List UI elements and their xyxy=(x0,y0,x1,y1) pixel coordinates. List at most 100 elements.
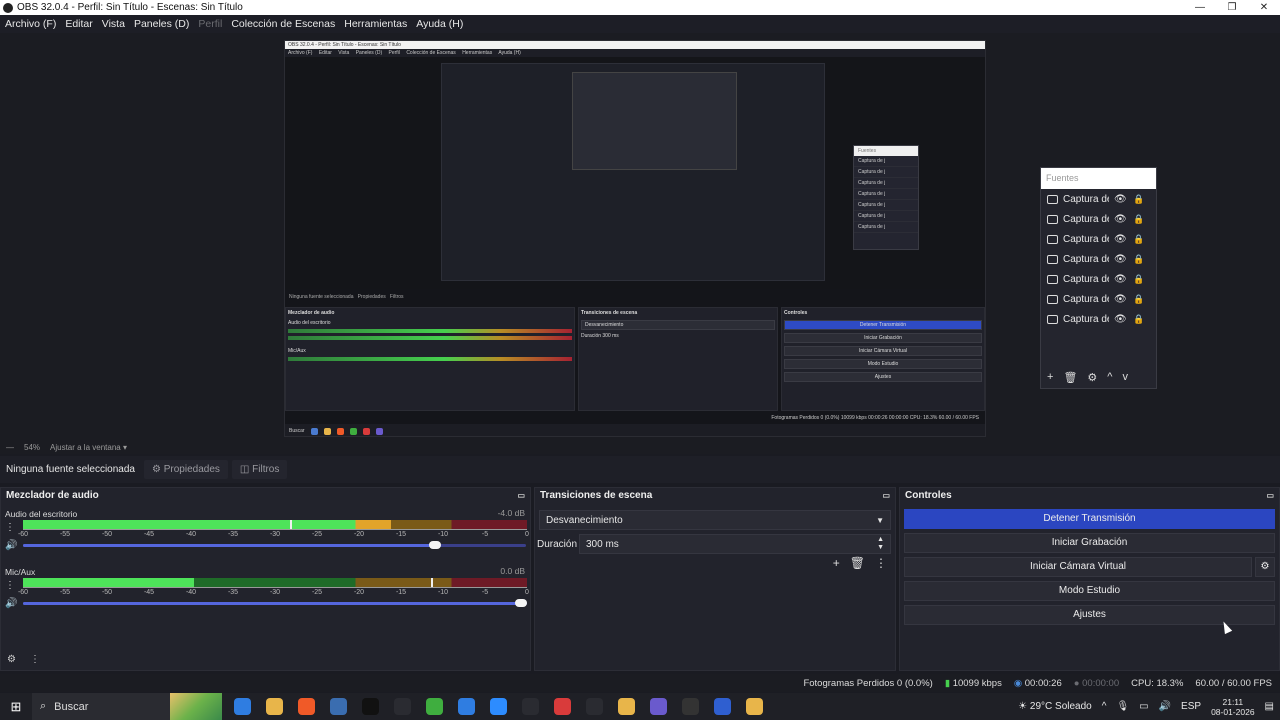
taskbar-app-icon[interactable] xyxy=(458,698,475,715)
scale-tick: -50 xyxy=(101,531,113,538)
volume-slider[interactable] xyxy=(22,598,527,607)
lock-icon[interactable]: 🔒 xyxy=(1133,314,1144,325)
volume-handle[interactable] xyxy=(429,540,442,549)
undock-icon[interactable]: ▭ xyxy=(517,488,525,504)
language-indicator[interactable]: ESP xyxy=(1181,701,1201,712)
maximize-button[interactable]: ❐ xyxy=(1216,0,1248,15)
menu-coleccion-escenas[interactable]: Colección de Escenas xyxy=(231,18,335,30)
taskbar-app-icon[interactable] xyxy=(746,698,763,715)
taskbar-app-icon[interactable] xyxy=(586,698,603,715)
clock[interactable]: 21:11 08-01-2026 xyxy=(1211,697,1254,717)
source-item[interactable]: Captura de j 👁 🔒 xyxy=(1041,269,1156,289)
taskbar-app-icon[interactable] xyxy=(522,698,539,715)
notifications-icon[interactable]: ▤ xyxy=(1265,701,1274,712)
visibility-eye-icon[interactable]: 👁 xyxy=(1114,294,1127,305)
menu-archivo[interactable]: Archivo (F) xyxy=(5,18,56,30)
visibility-eye-icon[interactable]: 👁 xyxy=(1114,214,1127,225)
volume-handle[interactable] xyxy=(514,598,527,607)
taskbar-app-icon[interactable] xyxy=(394,698,411,715)
visibility-eye-icon[interactable]: 👁 xyxy=(1114,254,1127,265)
volume-icon[interactable]: 🔊 xyxy=(1159,701,1171,712)
menu-perfil[interactable]: Perfil xyxy=(198,18,222,30)
lock-icon[interactable]: 🔒 xyxy=(1133,234,1144,245)
lock-icon[interactable]: 🔒 xyxy=(1133,254,1144,265)
source-item[interactable]: Captura de j 👁 🔒 xyxy=(1041,289,1156,309)
taskbar-app-icon[interactable] xyxy=(490,698,507,715)
menu-vista[interactable]: Vista xyxy=(102,18,125,30)
lock-icon[interactable]: 🔒 xyxy=(1133,274,1144,285)
taskbar-app-icon[interactable] xyxy=(426,698,443,715)
move-down-icon[interactable]: v xyxy=(1122,371,1128,383)
add-source-icon[interactable]: + xyxy=(1047,371,1053,383)
stop-streaming-button[interactable]: Detener Transmisión xyxy=(904,509,1275,529)
lock-icon[interactable]: 🔒 xyxy=(1133,294,1144,305)
taskbar-app-icon[interactable] xyxy=(682,698,699,715)
advanced-audio-icon[interactable]: ⚙ xyxy=(7,654,16,665)
scale-tick: -60 xyxy=(17,531,29,538)
channel-menu-icon[interactable]: ⋮ xyxy=(5,580,15,591)
taskbar-app-icon[interactable] xyxy=(618,698,635,715)
taskbar-app-icon[interactable] xyxy=(362,698,379,715)
volume-row: 🔊 xyxy=(5,597,527,609)
mixer-menu-icon[interactable]: ⋮ xyxy=(30,654,40,665)
undock-icon[interactable]: ▭ xyxy=(1266,488,1274,504)
weather[interactable]: ☀ 29°C Soleado xyxy=(1018,701,1092,712)
move-up-icon[interactable]: ^ xyxy=(1107,371,1112,383)
docks-area: Mezclador de audio ▭ Audio del escritori… xyxy=(0,487,1280,671)
start-virtual-camera-button[interactable]: Iniciar Cámara Virtual xyxy=(904,557,1252,577)
source-item[interactable]: Captura de j 👁 🔒 xyxy=(1041,309,1156,329)
nested-menu-item: Paneles (D) xyxy=(355,50,383,56)
remove-source-icon[interactable]: 🗑 xyxy=(1063,371,1077,384)
windows-start-icon[interactable]: ⊞ xyxy=(0,699,32,715)
source-item[interactable]: Captura de j 👁 🔒 xyxy=(1041,229,1156,249)
duration-spinbox[interactable]: 300 ms ▲ ▼ xyxy=(579,534,891,554)
minimize-button[interactable]: — xyxy=(1184,0,1216,15)
studio-mode-button[interactable]: Modo Estudio xyxy=(904,581,1275,601)
preview-canvas[interactable]: OBS 32.0.4 - Perfil: Sin Título - Escena… xyxy=(0,33,1280,440)
source-item[interactable]: Captura de j 👁 🔒 xyxy=(1041,249,1156,269)
close-button[interactable]: ✕ xyxy=(1248,0,1280,15)
taskbar-app-icon[interactable] xyxy=(554,698,571,715)
fit-to-window-dropdown[interactable]: Ajustar a la ventana ▾ xyxy=(50,443,127,452)
source-item[interactable]: Captura de j 👁 🔒 xyxy=(1041,189,1156,209)
speaker-icon[interactable]: 🔊 xyxy=(5,540,19,551)
volume-slider[interactable] xyxy=(22,540,526,549)
scale-tick: -60 xyxy=(17,589,29,596)
taskbar-search[interactable]: ⌕ Buscar xyxy=(32,693,222,720)
taskbar-app-icon[interactable] xyxy=(650,698,667,715)
properties-button[interactable]: ⚙ Propiedades xyxy=(144,460,228,479)
speaker-icon[interactable]: 🔊 xyxy=(5,598,19,609)
remove-transition-icon[interactable]: 🗑 xyxy=(850,556,865,570)
virtualcam-settings-icon[interactable]: ⚙ xyxy=(1255,557,1275,577)
taskbar-app-icon[interactable] xyxy=(298,698,315,715)
filters-button[interactable]: ◫ Filtros xyxy=(231,460,288,479)
transition-menu-icon[interactable]: ⋮ xyxy=(875,556,887,570)
menu-ayuda[interactable]: Ayuda (H) xyxy=(416,18,463,30)
taskbar-app-icon[interactable] xyxy=(266,698,283,715)
visibility-eye-icon[interactable]: 👁 xyxy=(1114,194,1127,205)
start-recording-button[interactable]: Iniciar Grabación xyxy=(904,533,1275,553)
taskbar-app-icon[interactable] xyxy=(330,698,347,715)
menu-paneles[interactable]: Paneles (D) xyxy=(134,18,189,30)
source-item[interactable]: Captura de j 👁 🔒 xyxy=(1041,209,1156,229)
lock-icon[interactable]: 🔒 xyxy=(1133,194,1144,205)
transition-select[interactable]: Desvanecimiento ▼ xyxy=(539,510,891,530)
undock-icon[interactable]: ▭ xyxy=(882,488,890,504)
spin-arrows-icon[interactable]: ▲ ▼ xyxy=(877,536,884,552)
add-transition-icon[interactable]: + xyxy=(833,556,840,570)
visibility-eye-icon[interactable]: 👁 xyxy=(1114,274,1127,285)
menu-herramientas[interactable]: Herramientas xyxy=(344,18,407,30)
menu-editar[interactable]: Editar xyxy=(65,18,92,30)
settings-button[interactable]: Ajustes xyxy=(904,605,1275,625)
tray-chevron-icon[interactable]: ^ xyxy=(1102,701,1107,712)
source-settings-icon[interactable]: ⚙ xyxy=(1087,371,1097,384)
visibility-eye-icon[interactable]: 👁 xyxy=(1114,314,1127,325)
taskbar-app-icon[interactable] xyxy=(714,698,731,715)
network-icon[interactable]: ▭ xyxy=(1139,701,1148,712)
channel-menu-icon[interactable]: ⋮ xyxy=(5,522,15,533)
visibility-eye-icon[interactable]: 👁 xyxy=(1114,234,1127,245)
taskbar-app-icon[interactable] xyxy=(234,698,251,715)
microphone-icon[interactable]: 🎙 xyxy=(1116,701,1129,712)
lock-icon[interactable]: 🔒 xyxy=(1133,214,1144,225)
zoom-out-icon[interactable]: — xyxy=(6,443,14,452)
